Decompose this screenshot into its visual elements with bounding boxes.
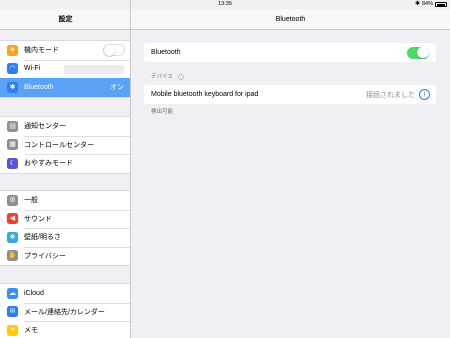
sidebar-item-privacy[interactable]: ✋ プライバシー <box>0 246 130 266</box>
bluetooth-state-value: オン <box>110 84 124 92</box>
sidebar-item-bluetooth[interactable]: ✱ Bluetooth オン <box>0 78 130 97</box>
bluetooth-status-icon: ✱ <box>414 1 420 7</box>
loading-spinner-icon <box>177 73 184 80</box>
sidebar-item-icloud[interactable]: ☁ iCloud <box>0 284 130 303</box>
device-connection-status: 接続されました <box>366 91 415 99</box>
sidebar-item-mail-contacts-calendars[interactable]: ✉ メール/連絡先/カレンダー <box>0 302 130 322</box>
bluetooth-icon: ✱ <box>7 81 18 93</box>
toggle-knob <box>417 46 429 59</box>
bluetooth-label: Bluetooth <box>151 49 181 56</box>
sidebar-group-device: ⚙ 一般 ◀ サウンド ❋ 壁紙/明るさ ✋ プライバシー <box>0 190 130 266</box>
sidebar-item-general[interactable]: ⚙ 一般 <box>0 191 130 210</box>
sidebar-item-label: メモ <box>24 327 38 335</box>
devices-card: Mobile bluetooth keyboard for ipad 接続されま… <box>144 85 436 104</box>
device-row[interactable]: Mobile bluetooth keyboard for ipad 接続されま… <box>144 85 436 104</box>
bluetooth-toggle[interactable] <box>407 46 429 59</box>
sidebar-title: 設定 <box>0 9 130 30</box>
battery-percent: 84% <box>421 1 433 7</box>
sidebar-group-notifications: ▤ 通知センター ▦ コントロールセンター ☾ おやすみモード <box>0 116 130 174</box>
settings-sidebar: 設定 ✈ 機内モード ◠ Wi-Fi ✱ Bluetooth オン ▤ 通知セン… <box>0 0 131 338</box>
sidebar-item-label: コントロールセンター <box>24 141 94 149</box>
battery-icon <box>435 2 447 7</box>
sidebar-item-label: 一般 <box>24 197 38 205</box>
airplane-icon: ✈ <box>7 44 18 56</box>
sidebar-item-control-center[interactable]: ▦ コントロールセンター <box>0 135 130 155</box>
airplane-mode-toggle[interactable] <box>103 44 125 57</box>
page-title: Bluetooth <box>131 9 450 30</box>
sidebar-item-sounds[interactable]: ◀ サウンド <box>0 209 130 229</box>
bluetooth-toggle-card: Bluetooth <box>144 43 436 62</box>
control-center-icon: ▦ <box>7 139 18 151</box>
sidebar-item-notification-center[interactable]: ▤ 通知センター <box>0 117 130 136</box>
sidebar-item-do-not-disturb[interactable]: ☾ おやすみモード <box>0 154 130 173</box>
devices-section-header: デバイス <box>151 72 184 80</box>
sidebar-group-connectivity: ✈ 機内モード ◠ Wi-Fi ✱ Bluetooth オン <box>0 40 130 98</box>
sidebar-item-label: Bluetooth <box>24 83 54 91</box>
notification-center-icon: ▤ <box>7 120 18 132</box>
bluetooth-toggle-row: Bluetooth <box>144 43 436 62</box>
info-icon[interactable]: i <box>419 89 430 100</box>
sidebar-item-label: おやすみモード <box>24 160 73 168</box>
sidebar-group-accounts: ☁ iCloud ✉ メール/連絡先/カレンダー ≡ メモ <box>0 283 130 338</box>
wallpaper-icon: ❋ <box>7 231 18 243</box>
hand-icon: ✋ <box>7 250 18 262</box>
wifi-icon: ◠ <box>7 63 18 75</box>
gear-icon: ⚙ <box>7 194 18 206</box>
sidebar-item-label: サウンド <box>24 215 52 223</box>
sidebar-item-label: メール/連絡先/カレンダー <box>24 308 105 316</box>
sidebar-item-airplane-mode[interactable]: ✈ 機内モード <box>0 41 130 60</box>
sidebar-item-label: Wi-Fi <box>24 65 41 73</box>
toggle-knob <box>104 45 115 56</box>
sidebar-item-label: 壁紙/明るさ <box>24 234 61 242</box>
wifi-network-value <box>64 64 124 74</box>
notes-icon: ≡ <box>7 324 18 336</box>
sidebar-item-notes[interactable]: ≡ メモ <box>0 321 130 338</box>
devices-header-label: デバイス <box>151 74 173 80</box>
moon-icon: ☾ <box>7 157 18 169</box>
sidebar-item-wallpaper-brightness[interactable]: ❋ 壁紙/明るさ <box>0 228 130 247</box>
status-right: ✱ 84% <box>415 0 447 9</box>
sidebar-item-wifi[interactable]: ◠ Wi-Fi <box>0 59 130 79</box>
sidebar-item-label: iCloud <box>24 289 44 297</box>
discoverable-footer: 検出可能 <box>151 109 174 115</box>
sidebar-item-label: プライバシー <box>24 252 66 260</box>
device-name-label: Mobile bluetooth keyboard for ipad <box>151 91 259 98</box>
icloud-icon: ☁ <box>7 287 18 299</box>
speaker-icon: ◀ <box>7 213 18 225</box>
sidebar-item-label: 通知センター <box>24 123 66 131</box>
mail-icon: ✉ <box>7 306 18 318</box>
sidebar-item-label: 機内モード <box>24 47 59 55</box>
